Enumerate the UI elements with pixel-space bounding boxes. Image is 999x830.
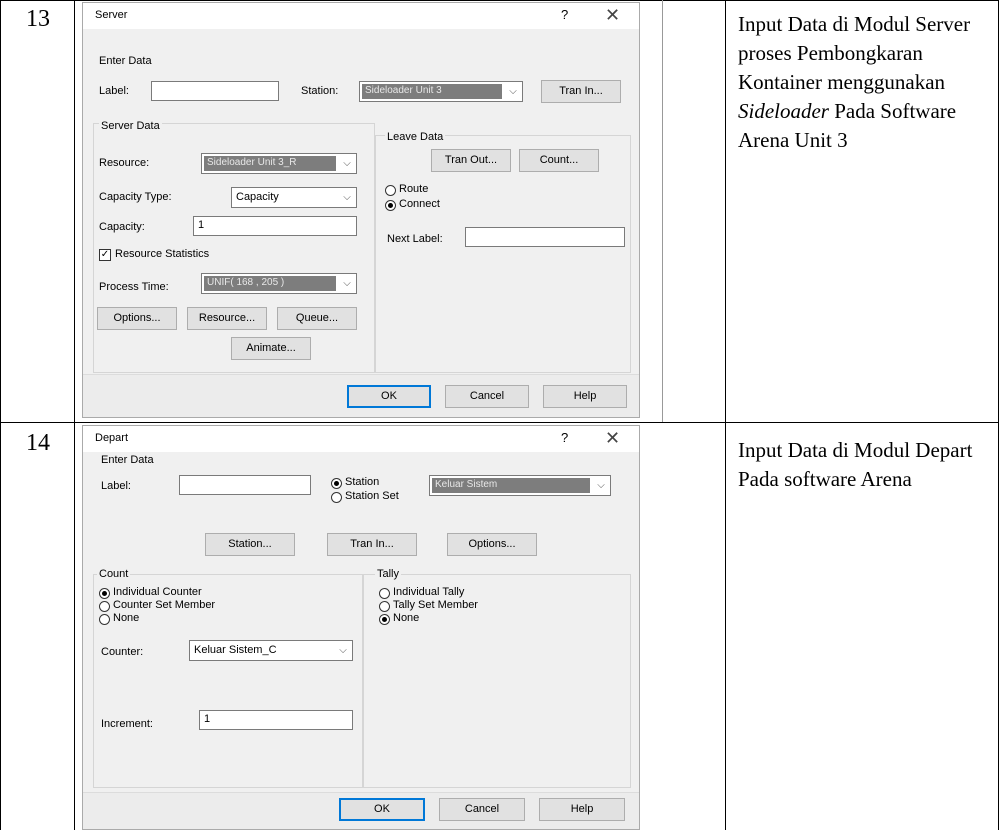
counter-select-value: Keluar Sistem_C (194, 644, 277, 656)
table-border-col1 (74, 0, 75, 830)
screenshot-inner-border (662, 0, 663, 422)
station-select-value: Keluar Sistem (432, 478, 590, 493)
tally-heading: Tally (375, 568, 402, 580)
route-radio[interactable] (385, 185, 396, 196)
individual-counter-radio[interactable] (99, 588, 110, 599)
row-description: Input Data di Modul Server proses Pembon… (738, 12, 971, 152)
station-set-label: Station Set (345, 490, 399, 502)
table-border-left (0, 0, 1, 830)
depart-dialog: Depart ? ✕ Enter Data Label: Station Sta… (82, 425, 640, 830)
tally-set-member-radio[interactable] (379, 601, 390, 612)
station-select[interactable]: Keluar Sistem ⌵ (429, 475, 611, 496)
help-icon[interactable]: ? (561, 7, 568, 22)
enter-data-heading: Enter Data (99, 55, 152, 67)
station-label: Station: (301, 85, 339, 97)
station-radio[interactable] (331, 478, 342, 489)
count-heading: Count (97, 568, 131, 580)
resource-statistics-label: Resource Statistics (115, 248, 210, 260)
tran-in-button[interactable]: Tran In... (541, 80, 621, 103)
close-icon[interactable]: ✕ (605, 5, 620, 26)
next-label-label: Next Label: (387, 233, 443, 245)
tran-out-button[interactable]: Tran Out... (431, 149, 511, 172)
next-label-input[interactable] (465, 227, 625, 247)
count-button[interactable]: Count... (519, 149, 599, 172)
chevron-down-icon: ⌵ (597, 480, 605, 491)
none-tally-radio[interactable] (379, 614, 390, 625)
resource-button[interactable]: Resource... (187, 307, 267, 330)
cancel-button[interactable]: Cancel (445, 385, 529, 408)
chevron-down-icon: ⌵ (343, 278, 351, 289)
chevron-down-icon: ⌵ (509, 86, 517, 97)
options-button[interactable]: Options... (97, 307, 177, 330)
label-input[interactable] (179, 475, 311, 495)
dialog-title: Depart (95, 432, 129, 444)
increment-label: Increment: (101, 718, 153, 730)
enter-data-heading: Enter Data (101, 454, 154, 466)
close-icon[interactable]: ✕ (605, 428, 620, 449)
process-time-label: Process Time: (99, 281, 169, 293)
row-number: 14 (26, 430, 50, 456)
server-dialog: Server ? ✕ Enter Data Label: Station: Si… (82, 2, 640, 418)
help-icon[interactable]: ? (561, 430, 568, 445)
individual-tally-radio[interactable] (379, 588, 390, 599)
connect-label: Connect (399, 198, 440, 210)
resource-statistics-checkbox[interactable]: ✓ (99, 249, 111, 261)
none-count-label: None (113, 612, 140, 624)
individual-counter-label: Individual Counter (113, 586, 202, 598)
tran-in-button[interactable]: Tran In... (327, 533, 417, 556)
route-label: Route (399, 183, 429, 195)
chevron-down-icon: ⌵ (343, 192, 351, 203)
queue-button[interactable]: Queue... (277, 307, 357, 330)
counter-label: Counter: (101, 646, 144, 658)
capacity-label: Capacity: (99, 221, 145, 233)
label-label: Label: (99, 85, 129, 97)
table-border-top (0, 0, 999, 1)
none-tally-label: None (393, 612, 420, 624)
none-count-radio[interactable] (99, 614, 110, 625)
title-bar (83, 426, 639, 452)
help-button[interactable]: Help (539, 798, 625, 821)
station-button[interactable]: Station... (205, 533, 295, 556)
animate-button[interactable]: Animate... (231, 337, 311, 360)
station-set-radio[interactable] (331, 492, 342, 503)
counter-set-member-radio[interactable] (99, 601, 110, 612)
options-button[interactable]: Options... (447, 533, 537, 556)
capacity-type-label: Capacity Type: (99, 191, 172, 203)
chevron-down-icon: ⌵ (343, 158, 351, 169)
connect-radio[interactable] (385, 200, 396, 211)
dialog-title: Server (95, 9, 128, 21)
help-button[interactable]: Help (543, 385, 627, 408)
increment-input[interactable]: 1 (199, 710, 353, 730)
tally-set-member-label: Tally Set Member (393, 599, 478, 611)
chevron-down-icon: ⌵ (339, 645, 347, 656)
process-time-select[interactable]: UNIF( 168 , 205 ) ⌵ (201, 273, 357, 294)
capacity-input[interactable]: 1 (193, 216, 357, 236)
ok-button[interactable]: OK (339, 798, 425, 821)
server-data-heading: Server Data (99, 120, 162, 132)
capacity-type-select[interactable]: Capacity ⌵ (231, 187, 357, 208)
table-border-col2 (725, 0, 726, 830)
ok-button[interactable]: OK (347, 385, 431, 408)
label-label: Label: (101, 480, 131, 492)
station-select[interactable]: Sideloader Unit 3 ⌵ (359, 81, 523, 102)
resource-select-value: Sideloader Unit 3_R (204, 156, 336, 171)
station-radio-label: Station (345, 476, 380, 488)
capacity-type-value: Capacity (236, 191, 279, 203)
table-row-divider (0, 422, 999, 423)
counter-set-member-label: Counter Set Member (113, 599, 216, 611)
leave-data-heading: Leave Data (385, 131, 446, 143)
individual-tally-label: Individual Tally (393, 586, 465, 598)
title-bar (83, 3, 639, 29)
cancel-button[interactable]: Cancel (439, 798, 525, 821)
row-description: Input Data di Modul Depart Pada software… (738, 438, 973, 491)
document-table: 13 Input Data di Modul Server proses Pem… (0, 0, 999, 830)
row-number: 13 (26, 6, 50, 32)
resource-label: Resource: (99, 157, 150, 169)
resource-select[interactable]: Sideloader Unit 3_R ⌵ (201, 153, 357, 174)
process-time-value: UNIF( 168 , 205 ) (204, 276, 336, 291)
label-input[interactable] (151, 81, 279, 101)
station-select-value: Sideloader Unit 3 (362, 84, 502, 99)
counter-select[interactable]: Keluar Sistem_C ⌵ (189, 640, 353, 661)
